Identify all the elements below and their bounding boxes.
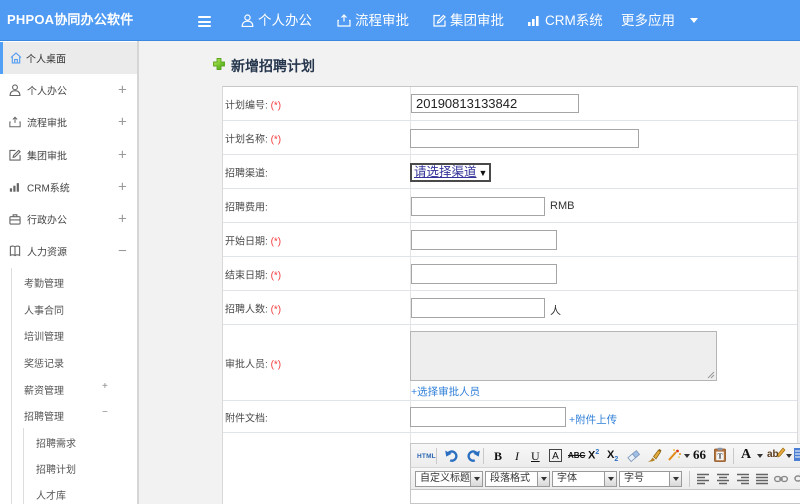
svg-text:T: T [717,452,722,461]
